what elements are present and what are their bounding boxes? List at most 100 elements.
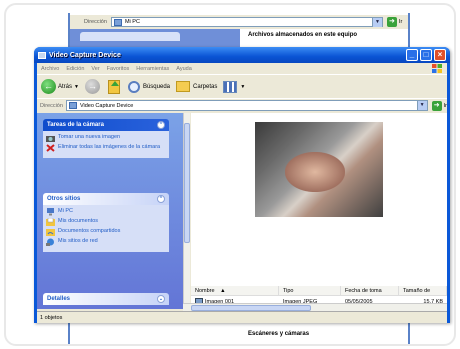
title-bar[interactable]: Video Capture Device _ □ × — [34, 47, 450, 63]
folders-label: Carpetas — [193, 83, 218, 90]
address-value: Video Capture Device — [79, 102, 134, 109]
chevron-down-icon[interactable]: ▼ — [371, 18, 382, 27]
menu-edicion[interactable]: Edición — [66, 66, 84, 72]
menu-herramientas[interactable]: Herramientas — [136, 66, 169, 72]
collapse-chevron-icon[interactable]: ⌃ — [157, 121, 165, 129]
window-title: Video Capture Device — [49, 51, 121, 59]
up-folder-button[interactable] — [107, 79, 122, 94]
background-address-field[interactable]: Mi PC ▼ — [110, 17, 383, 27]
windows-logo-icon — [432, 64, 442, 73]
delete-x-icon — [46, 144, 55, 152]
background-go-label: Ir — [398, 19, 403, 25]
details-panel: Detalles ⌄ — [43, 293, 169, 305]
column-name-label: Nombre — [195, 288, 215, 294]
chevron-down-icon[interactable]: ▼ — [74, 84, 79, 90]
column-header-type[interactable]: Tipo — [279, 286, 341, 295]
expand-chevron-icon[interactable]: ⌄ — [157, 295, 165, 303]
camera-tasks-panel: Tareas de la cámara ⌃ Tomar una nueva im… — [43, 119, 169, 158]
address-bar: Dirección Video Capture Device ▼ ➜ Ir — [37, 98, 447, 112]
preview-photo-subject — [285, 152, 345, 192]
shared-folder-icon — [46, 229, 55, 236]
column-header-date[interactable]: Fecha de toma — [341, 286, 399, 295]
column-header-name[interactable]: Nombre ▲ — [191, 286, 279, 295]
search-label: Búsqueda — [142, 83, 170, 90]
details-header[interactable]: Detalles ⌄ — [43, 293, 169, 305]
vertical-scroll-thumb[interactable] — [184, 123, 190, 243]
search-button[interactable]: Búsqueda — [127, 80, 170, 93]
my-network-places-link[interactable]: Mis sitios de red — [46, 238, 166, 246]
other-places-body: Mi PC Mis documentos Documentos comparti… — [43, 205, 169, 252]
illustration-frame: Dirección Mi PC ▼ ➜ Ir Archivos almacena… — [4, 3, 456, 346]
background-address-bar: Dirección Mi PC ▼ ➜ Ir — [70, 15, 408, 29]
back-label: Atrás — [58, 83, 73, 90]
close-button[interactable]: × — [434, 49, 446, 61]
my-computer-link[interactable]: Mi PC — [46, 208, 166, 216]
camera-icon — [46, 136, 55, 142]
background-address-label: Dirección — [84, 19, 107, 25]
menu-favoritos[interactable]: Favoritos — [107, 66, 130, 72]
go-arrow-icon: ➜ — [431, 100, 442, 111]
my-documents-label: Mis documentos — [58, 218, 99, 224]
address-label: Dirección — [40, 102, 63, 109]
status-bar: 1 objetos — [37, 311, 447, 323]
go-button[interactable]: ➜ Ir — [431, 100, 447, 111]
image-preview — [255, 122, 383, 217]
other-places-panel: Otros sitios ⌃ Mi PC Mis documentos Docu… — [43, 193, 169, 252]
minimize-button[interactable]: _ — [406, 49, 418, 61]
camera-tasks-header[interactable]: Tareas de la cámara ⌃ — [43, 119, 169, 131]
folders-icon — [176, 81, 190, 92]
collapse-chevron-icon[interactable]: ⌃ — [157, 195, 165, 203]
column-header-size[interactable]: Tamaño de — [399, 286, 447, 295]
go-label: Ir — [443, 102, 447, 109]
other-places-title: Otros sitios — [47, 196, 81, 202]
back-arrow-icon: ← — [41, 79, 56, 94]
sort-ascending-icon: ▲ — [220, 288, 226, 294]
background-go-button[interactable]: ➜ Ir — [386, 17, 403, 27]
camera-tasks-title: Tareas de la cámara — [47, 122, 104, 128]
chevron-down-icon[interactable]: ▼ — [416, 101, 427, 110]
toolbar: ← Atrás ▼ → Búsqueda Carpetas ▼ — [37, 74, 447, 98]
my-documents-link[interactable]: Mis documentos — [46, 218, 166, 226]
file-list-header: Nombre ▲ Tipo Fecha de toma Tamaño de — [191, 286, 447, 296]
details-title: Detalles — [47, 296, 71, 302]
back-button[interactable]: ← Atrás ▼ — [41, 79, 79, 94]
window-controls: _ □ × — [406, 49, 446, 61]
task-pane: Tareas de la cámara ⌃ Tomar una nueva im… — [37, 113, 183, 309]
video-capture-window: Video Capture Device _ □ × Archivo Edici… — [34, 47, 450, 323]
up-folder-icon — [107, 79, 120, 94]
my-network-places-label: Mis sitios de red — [58, 238, 98, 244]
camera-window-icon — [38, 51, 46, 59]
delete-all-pictures-link[interactable]: Eliminar todas las imágenes de la cámara — [46, 144, 166, 152]
search-icon — [127, 80, 140, 93]
background-task-pane-title — [80, 32, 180, 41]
background-heading-files: Archivos almacenados en este equipo — [248, 32, 358, 38]
status-text: 1 objetos — [40, 314, 63, 321]
take-new-picture-label: Tomar una nueva imagen — [58, 134, 121, 140]
file-list-pane: Nombre ▲ Tipo Fecha de toma Tamaño de Im… — [191, 113, 447, 311]
window-client-area: Archivo Edición Ver Favoritos Herramient… — [37, 63, 447, 323]
computer-icon — [47, 208, 54, 216]
camera-tasks-body: Tomar una nueva imagen Eliminar todas la… — [43, 131, 169, 158]
views-button[interactable]: ▼ — [223, 80, 246, 93]
camera-device-icon — [68, 102, 77, 109]
vertical-scrollbar[interactable] — [183, 113, 190, 303]
computer-icon — [113, 18, 122, 26]
maximize-button[interactable]: □ — [420, 49, 432, 61]
delete-all-pictures-label: Eliminar todas las imágenes de la cámara — [58, 144, 161, 150]
address-field[interactable]: Video Capture Device ▼ — [65, 100, 428, 111]
my-computer-label: Mi PC — [58, 208, 73, 214]
folders-button[interactable]: Carpetas — [176, 81, 217, 92]
network-icon — [46, 238, 54, 246]
shared-documents-label: Documentos compartidos — [58, 228, 121, 234]
menu-ver[interactable]: Ver — [91, 66, 99, 72]
menu-archivo[interactable]: Archivo — [41, 66, 59, 72]
shared-documents-link[interactable]: Documentos compartidos — [46, 228, 166, 236]
other-places-header[interactable]: Otros sitios ⌃ — [43, 193, 169, 205]
forward-button[interactable]: → — [84, 79, 102, 94]
chevron-down-icon: ▼ — [240, 83, 246, 90]
go-arrow-icon: ➜ — [386, 17, 397, 27]
documents-icon — [46, 218, 55, 226]
menu-ayuda[interactable]: Ayuda — [176, 66, 192, 72]
horizontal-scrollbar[interactable] — [183, 303, 447, 311]
take-new-picture-link[interactable]: Tomar una nueva imagen — [46, 134, 166, 142]
